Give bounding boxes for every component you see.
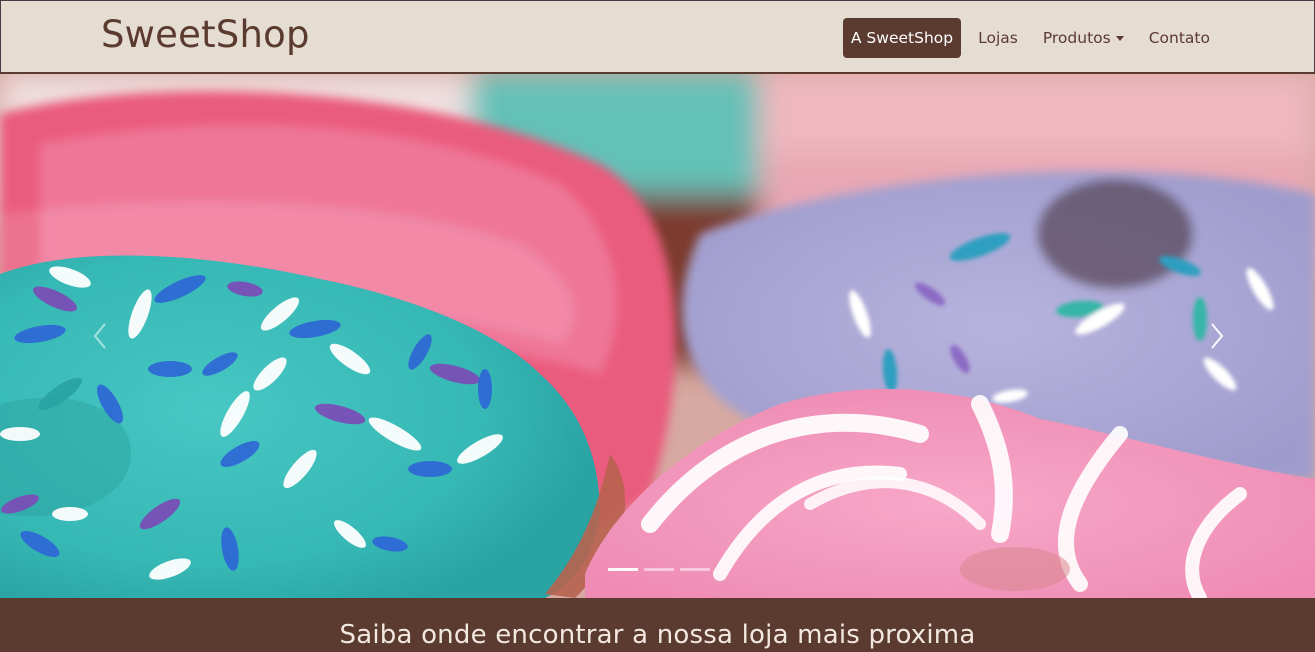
nav-item-lojas[interactable]: Lojas [970, 18, 1026, 58]
hero-carousel [0, 74, 1315, 598]
chevron-left-icon [93, 323, 106, 349]
nav-item-label: Lojas [978, 29, 1018, 47]
nav-item-a-sweetshop[interactable]: A SweetShop [842, 18, 962, 58]
section-title: Saiba onde encontrar a nossa loja mais p… [339, 620, 976, 650]
nav-item-label: Produtos [1042, 29, 1111, 47]
carousel-indicator-1[interactable] [608, 568, 638, 571]
navbar: SweetShop A SweetShop Lojas Produtos Con… [0, 0, 1315, 74]
nav-item-contato[interactable]: Contato [1141, 18, 1218, 58]
chevron-right-icon [1211, 323, 1224, 349]
carousel-slide-image [0, 74, 1315, 598]
caret-down-icon [1115, 36, 1124, 41]
store-locator-section: Saiba onde encontrar a nossa loja mais p… [0, 598, 1315, 652]
carousel-indicator-2[interactable] [644, 568, 674, 571]
brand-logo[interactable]: SweetShop [101, 11, 310, 59]
main-nav: A SweetShop Lojas Produtos Contato [834, 18, 1218, 58]
carousel-indicator-3[interactable] [680, 568, 710, 571]
nav-item-label: A SweetShop [850, 29, 954, 47]
carousel-next-button[interactable] [1197, 306, 1237, 366]
carousel-indicators [608, 568, 710, 571]
carousel-prev-button[interactable] [80, 306, 120, 366]
nav-item-label: Contato [1148, 29, 1210, 47]
nav-item-produtos-dropdown[interactable]: Produtos [1035, 18, 1132, 58]
